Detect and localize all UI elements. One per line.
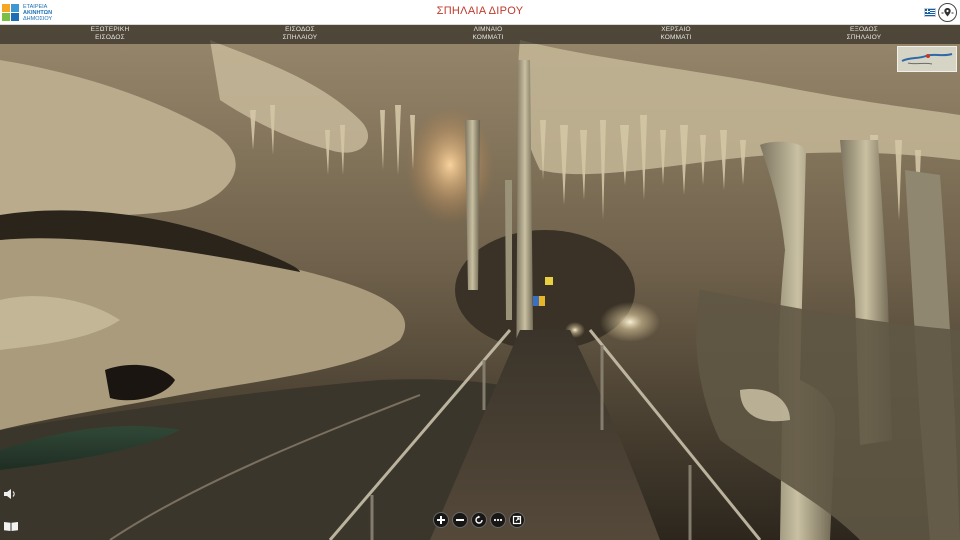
top-header: ΕΤΑΙΡΕΙΑ ΑΚΙΝΗΤΩΝ ΔΗΜΟΣΙΟΥ ΣΠΗΛΑΙΑ ΔΙΡΟΥ	[0, 0, 960, 25]
nav-item-label-line1: ΛΙΜΝΑΙΟ	[473, 26, 503, 33]
scene-navigation-bar: ΕΞΩΤΕΡΙΚΗ ΕΙΣΟΔΟΣ ΕΙΣΟΔΟΣ ΣΠΗΛΑΙΟΥ ΛΙΜΝΑ…	[0, 25, 960, 44]
sound-toggle-button[interactable]	[2, 486, 18, 502]
map-pin-icon	[941, 8, 954, 17]
zoom-out-button[interactable]	[452, 512, 468, 528]
zoom-in-button[interactable]	[433, 512, 449, 528]
nav-item-label-line2: ΕΙΣΟΔΟΣ	[95, 34, 125, 41]
nav-item-cave-exit[interactable]: ΕΞΟΔΟΣ ΣΠΗΛΑΙΟΥ	[804, 26, 924, 42]
info-guide-button[interactable]	[2, 518, 20, 534]
more-options-button[interactable]	[490, 512, 506, 528]
book-icon	[4, 522, 18, 531]
nav-item-exterior-entrance[interactable]: ΕΞΩΤΕΡΙΚΗ ΕΙΣΟΔΟΣ	[50, 26, 170, 42]
nav-item-land-section[interactable]: ΧΕΡΣΑΙΟ ΚΟΜΜΑΤΙ	[616, 26, 736, 42]
nav-item-label-line1: ΕΙΣΟΔΟΣ	[285, 26, 315, 33]
map-toggle-button[interactable]	[938, 3, 957, 22]
zoom-out-icon	[456, 519, 464, 521]
autorotate-icon	[475, 515, 483, 524]
nav-item-label-line2: ΚΟΜΜΑΤΙ	[472, 34, 504, 41]
language-flag-icon[interactable]	[924, 8, 936, 17]
more-icon	[493, 518, 503, 522]
nav-item-label-line2: ΣΠΗΛΑΙΟΥ	[282, 34, 318, 41]
speaker-icon	[4, 489, 15, 499]
autorotate-button[interactable]	[471, 512, 487, 528]
nav-item-lake-section[interactable]: ΛΙΜΝΑΙΟ ΚΟΜΜΑΤΙ	[428, 26, 548, 42]
cave-minimap[interactable]	[897, 46, 957, 72]
viewer-controls	[433, 512, 525, 528]
fullscreen-button[interactable]	[509, 512, 525, 528]
minimap-graphic	[898, 47, 956, 71]
cave-panorama-image	[0, 0, 960, 540]
zoom-in-icon	[437, 516, 445, 524]
cave-panorama[interactable]	[0, 0, 960, 540]
nav-item-cave-entrance[interactable]: ΕΙΣΟΔΟΣ ΣΠΗΛΑΙΟΥ	[240, 26, 360, 42]
nav-item-label-line2: ΣΠΗΛΑΙΟΥ	[846, 34, 882, 41]
nav-item-label-line1: ΧΕΡΣΑΙΟ	[661, 26, 691, 33]
nav-item-label-line1: ΕΞΩΤΕΡΙΚΗ	[90, 26, 130, 33]
page-title: ΣΠΗΛΑΙΑ ΔΙΡΟΥ	[436, 5, 524, 17]
nav-item-label-line2: ΚΟΜΜΑΤΙ	[660, 34, 692, 41]
fullscreen-icon	[512, 515, 522, 525]
nav-item-label-line1: ΕΞΟΔΟΣ	[850, 26, 878, 33]
